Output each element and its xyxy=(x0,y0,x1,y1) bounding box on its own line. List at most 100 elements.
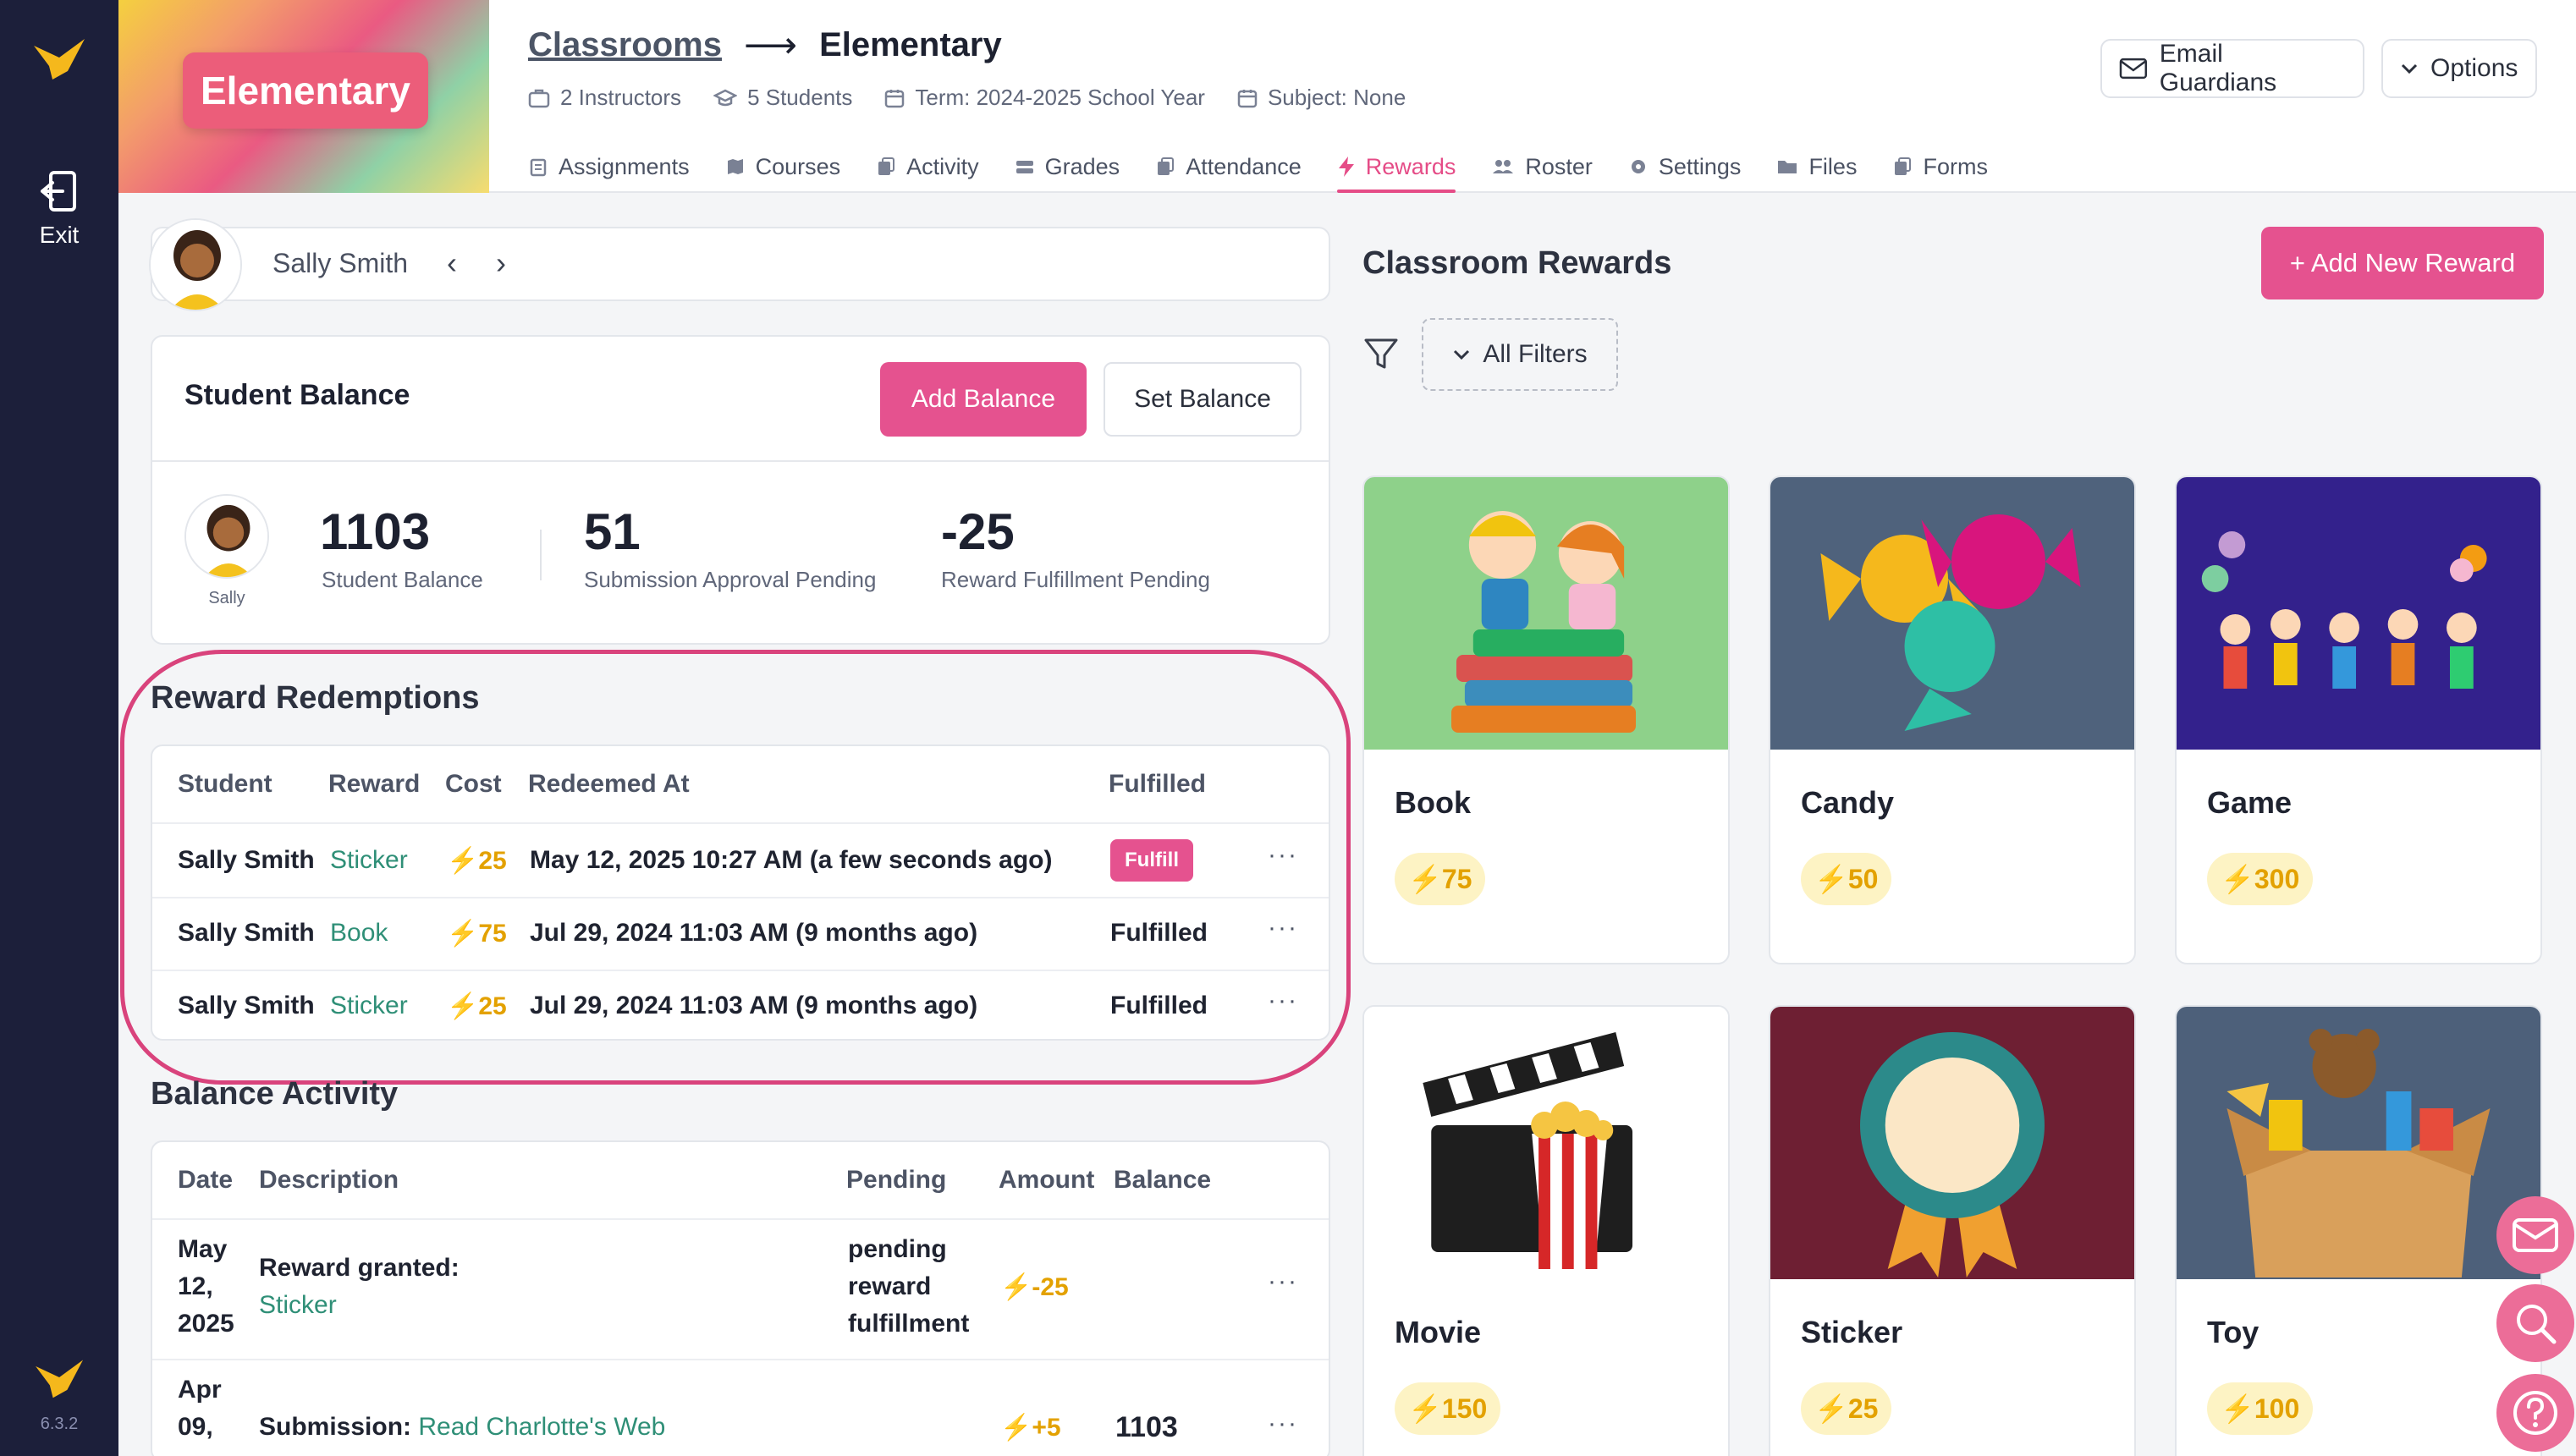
exit-label: Exit xyxy=(39,222,80,248)
description-prefix: Submission: xyxy=(259,1413,412,1441)
column-header: Reward xyxy=(328,770,421,798)
gear-icon xyxy=(1631,160,1645,173)
tab-grades[interactable]: Grades xyxy=(1015,142,1120,191)
calendar-icon xyxy=(885,89,905,107)
options-button[interactable]: Options xyxy=(2381,39,2537,98)
more-options-button[interactable]: ··· xyxy=(1268,841,1298,870)
divider xyxy=(152,1218,1329,1220)
arrow-right-icon: ⟶ xyxy=(743,25,798,66)
cell-redeemed-at: May 12, 2025 10:27 AM (a few seconds ago… xyxy=(530,846,1053,874)
tab-rewards[interactable]: Rewards xyxy=(1336,142,1456,193)
help-button[interactable] xyxy=(2496,1374,2574,1452)
divider xyxy=(152,970,1329,971)
cell-description: Reward granted: xyxy=(259,1254,460,1282)
reward-card-candy[interactable]: Candy ⚡50 xyxy=(1769,475,2136,964)
activity-icon xyxy=(878,157,895,175)
reward-card-toy[interactable]: Toy ⚡100 xyxy=(2175,1005,2542,1456)
reward-pending-value: -25 xyxy=(941,503,1015,560)
tab-forms[interactable]: Forms xyxy=(1892,142,1988,191)
next-student-button[interactable]: › xyxy=(496,245,506,281)
reward-cost: ⚡25 xyxy=(1801,1382,1892,1435)
tab-attendance[interactable]: Attendance xyxy=(1155,142,1302,191)
reward-name: Toy xyxy=(2207,1315,2260,1349)
tab-courses[interactable]: Courses xyxy=(725,142,840,191)
reward-name: Book xyxy=(1395,785,1471,820)
cell-pending: reward xyxy=(848,1272,932,1300)
filter-icon[interactable] xyxy=(1362,335,1400,372)
exit-icon xyxy=(41,171,76,212)
candy-image xyxy=(1770,477,2134,750)
briefcase-icon xyxy=(528,89,550,107)
movie-image xyxy=(1364,1007,1728,1279)
cell-date: 2025 xyxy=(178,1310,234,1338)
classroom-rewards-title: Classroom Rewards xyxy=(1362,245,1672,281)
meta-subject: Subject: None xyxy=(1237,85,1406,111)
app-root: Exit 6.3.2 Elementary Classrooms ⟶ Eleme… xyxy=(0,0,2576,1456)
classroom-banner: Elementary xyxy=(118,0,489,193)
previous-student-button[interactable]: ‹ xyxy=(447,245,457,281)
chevron-down-icon xyxy=(1454,349,1470,360)
reward-card-game[interactable]: Game ⚡300 xyxy=(2175,475,2542,964)
add-balance-button[interactable]: Add Balance xyxy=(880,362,1087,437)
envelope-icon xyxy=(2513,1218,2558,1252)
cell-amount: ⚡-25 xyxy=(1000,1273,1069,1301)
reward-card-book[interactable]: Book ⚡75 xyxy=(1362,475,1730,964)
cell-date: 09, xyxy=(178,1413,213,1441)
search-button[interactable] xyxy=(2496,1284,2574,1362)
tab-assignments[interactable]: Assignments xyxy=(528,142,690,191)
reward-link[interactable]: Sticker xyxy=(259,1291,337,1320)
add-new-reward-button[interactable]: + Add New Reward xyxy=(2261,227,2544,299)
bolt-icon xyxy=(1338,157,1354,177)
reward-link[interactable]: Sticker xyxy=(330,992,408,1020)
reward-cost: ⚡75 xyxy=(1395,853,1486,905)
cell-pending: pending xyxy=(848,1235,947,1263)
meta-instructors-text: 2 Instructors xyxy=(560,85,682,110)
set-balance-button[interactable]: Set Balance xyxy=(1104,362,1302,437)
divider xyxy=(152,822,1329,824)
reward-pending-label: Reward Fulfillment Pending xyxy=(941,567,1210,592)
more-options-button[interactable]: ··· xyxy=(1268,986,1298,1015)
avatar xyxy=(184,494,269,579)
all-filters-button[interactable]: All Filters xyxy=(1422,318,1618,391)
reward-card-movie[interactable]: Movie ⚡150 xyxy=(1362,1005,1730,1456)
tab-forms-label: Forms xyxy=(1923,153,1988,179)
reward-link[interactable]: Sticker xyxy=(330,846,408,875)
classroom-meta: 2 Instructors 5 Students Term: 2024-2025… xyxy=(528,85,1438,111)
options-label: Options xyxy=(2430,54,2518,82)
tab-settings[interactable]: Settings xyxy=(1628,142,1741,191)
attendance-icon xyxy=(1158,157,1175,175)
help-icon xyxy=(2513,1391,2557,1435)
cell-redeemed-at: Jul 29, 2024 11:03 AM (9 months ago) xyxy=(530,919,978,947)
breadcrumb-classrooms-link[interactable]: Classrooms xyxy=(528,26,722,64)
reward-card-sticker[interactable]: Sticker ⚡25 xyxy=(1769,1005,2136,1456)
submission-link[interactable]: Read Charlotte's Web xyxy=(418,1413,665,1441)
cell-pending: fulfillment xyxy=(848,1310,970,1338)
more-options-button[interactable]: ··· xyxy=(1268,1409,1298,1438)
cell-amount: ⚡+5 xyxy=(1000,1414,1061,1442)
exit-button[interactable]: Exit xyxy=(17,169,102,249)
tab-activity[interactable]: Activity xyxy=(876,142,979,191)
messages-button[interactable] xyxy=(2496,1196,2574,1274)
column-header: Student xyxy=(178,770,272,798)
search-icon xyxy=(2517,1305,2557,1344)
cell-student: Sally Smith xyxy=(178,919,315,947)
more-options-button[interactable]: ··· xyxy=(1268,914,1298,942)
balance-activity-table: Date Description Pending Amount Balance … xyxy=(151,1140,1330,1456)
folder-icon xyxy=(1778,161,1797,173)
cell-date: Apr xyxy=(178,1376,222,1404)
balance-label: Student Balance xyxy=(322,567,483,592)
tab-roster[interactable]: Roster xyxy=(1491,142,1593,191)
tab-files-label: Files xyxy=(1808,153,1858,179)
tab-files[interactable]: Files xyxy=(1776,142,1857,191)
more-options-button[interactable]: ··· xyxy=(1268,1267,1298,1296)
column-header: Amount xyxy=(999,1166,1095,1194)
reward-link[interactable]: Book xyxy=(330,919,388,948)
meta-instructors: 2 Instructors xyxy=(528,85,681,111)
email-guardians-button[interactable]: Email Guardians xyxy=(2100,39,2364,98)
breadcrumb-current: Elementary xyxy=(819,26,1002,63)
meta-term-text: Term: 2024-2025 School Year xyxy=(915,85,1205,110)
app-logo[interactable] xyxy=(30,32,90,83)
map-icon xyxy=(727,159,743,174)
fulfill-button[interactable]: Fulfill xyxy=(1110,839,1193,882)
avatar-illustration xyxy=(151,220,240,310)
